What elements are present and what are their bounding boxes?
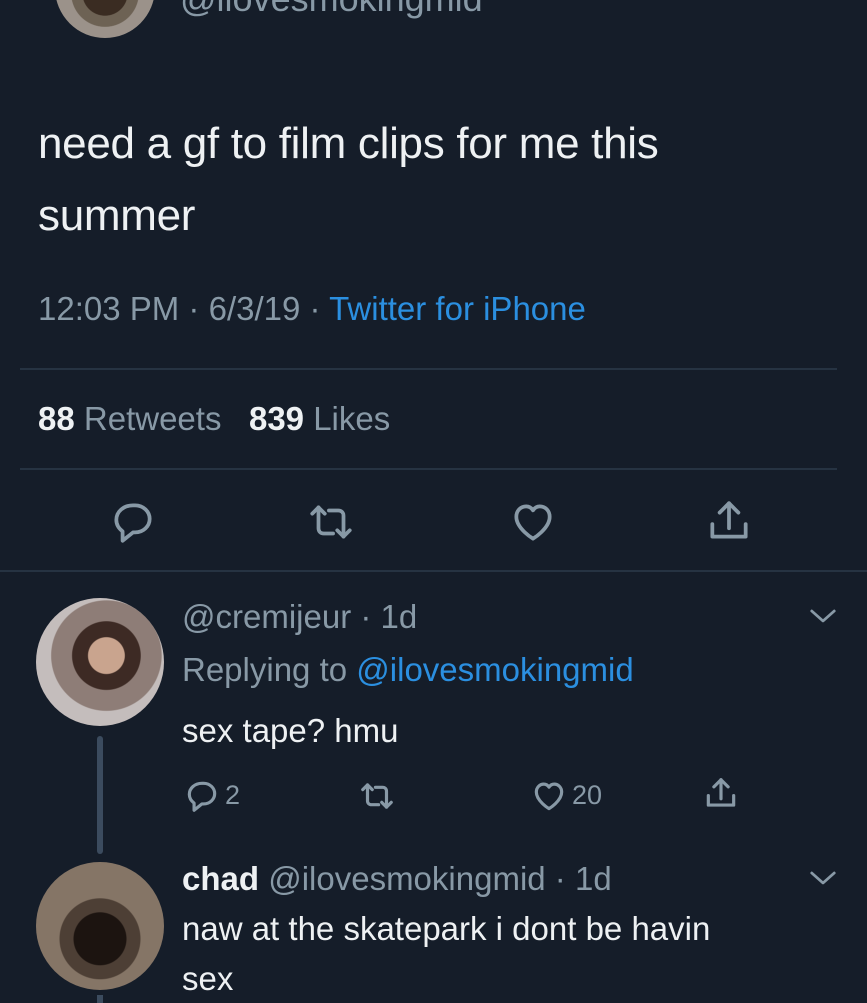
likes-label: Likes	[313, 400, 391, 437]
reply-header: chad @ilovesmokingmid · 1d	[182, 860, 612, 898]
reply-age: 1d	[380, 598, 418, 635]
meta-separator: ·	[309, 290, 330, 327]
meta-separator: ·	[351, 598, 381, 635]
tweet-text-line: need a gf to film clips for me this	[38, 119, 659, 168]
divider	[20, 368, 837, 370]
divider	[20, 468, 837, 470]
reply-avatar[interactable]	[36, 862, 164, 990]
retweets-stat[interactable]: 88 Retweets	[38, 400, 221, 437]
reply-icon[interactable]	[108, 497, 158, 547]
like-icon[interactable]	[508, 497, 558, 547]
reply-header: @cremijeur · 1d	[182, 598, 417, 636]
reply-text: naw at the skatepark i dont be havin sex	[182, 904, 710, 1003]
thread-connector	[97, 995, 103, 1003]
thread-connector	[97, 736, 103, 854]
tweet-source-link[interactable]: Twitter for iPhone	[329, 290, 586, 327]
reply-display-name[interactable]: chad	[182, 860, 259, 897]
replying-to-prefix: Replying to	[182, 651, 348, 688]
reply-handle[interactable]: @ilovesmokingmid	[268, 860, 545, 897]
likes-count: 839	[248, 400, 305, 437]
divider	[0, 570, 867, 572]
replying-to-link[interactable]: @ilovesmokingmid	[356, 651, 633, 688]
retweets-label: Retweets	[83, 400, 222, 437]
likes-stat[interactable]: 839 Likes	[249, 400, 390, 437]
reply-count: 2	[225, 780, 241, 810]
meta-separator: ·	[545, 860, 575, 897]
share-icon[interactable]	[702, 775, 740, 813]
chevron-down-icon[interactable]	[808, 606, 838, 626]
retweet-icon[interactable]	[306, 497, 356, 547]
reply-text-line: naw at the skatepark i dont be havin	[182, 910, 711, 947]
tweet-text: need a gf to film clips for me this summ…	[38, 108, 838, 252]
reply-handle[interactable]: @cremijeur	[182, 598, 351, 635]
reply-text: sex tape? hmu	[182, 712, 399, 749]
tweet-date: 6/3/19	[208, 290, 301, 327]
reply-text-line: sex	[182, 960, 234, 997]
tweet-author-avatar[interactable]	[55, 0, 155, 38]
meta-separator: ·	[188, 290, 209, 327]
retweets-count: 88	[38, 400, 75, 437]
tweet-time: 12:03 PM	[38, 290, 180, 327]
tweet-meta: 12:03 PM · 6/3/19 · Twitter for iPhone	[38, 290, 586, 328]
like-count: 20	[572, 780, 603, 810]
replying-to: Replying to @ilovesmokingmid	[182, 651, 634, 689]
tweet-text-line: summer	[38, 191, 196, 240]
tweet-author-handle[interactable]: @ilovesmokingmid	[180, 0, 483, 20]
tweet-stats: 88 Retweets 839 Likes	[38, 400, 390, 438]
like-icon[interactable]	[530, 777, 568, 815]
reply-age: 1d	[574, 860, 612, 897]
reply-avatar[interactable]	[36, 598, 164, 726]
retweet-icon[interactable]	[358, 777, 396, 815]
share-icon[interactable]	[704, 497, 754, 547]
chevron-down-icon[interactable]	[808, 868, 838, 888]
reply-icon[interactable]	[183, 777, 221, 815]
